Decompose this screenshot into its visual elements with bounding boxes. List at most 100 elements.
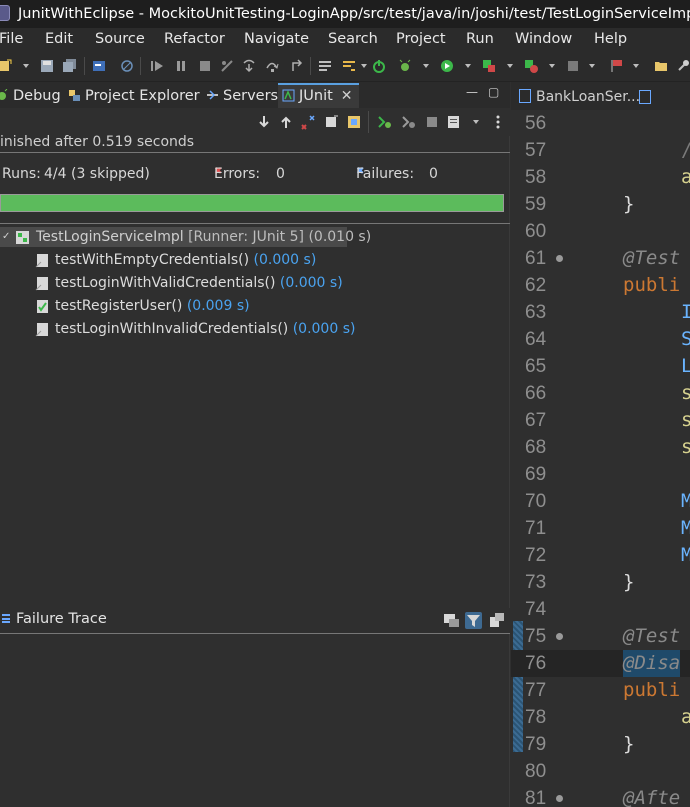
refactor-icon[interactable] xyxy=(342,59,356,73)
close-tab-icon[interactable]: ✕ xyxy=(341,88,353,104)
menu-edit[interactable]: Edit xyxy=(45,28,73,50)
editor-tab-bar: BankLoanSer... xyxy=(511,82,690,110)
fold-marker-icon[interactable] xyxy=(556,795,563,802)
failure-trace-header: Failure Trace xyxy=(0,608,510,634)
menu-help[interactable]: Help xyxy=(594,28,627,50)
code-text: } xyxy=(623,571,635,593)
show-skipped-icon[interactable] xyxy=(324,114,340,130)
test-case-label: testRegisterUser() (0.009 s) xyxy=(55,296,250,316)
pin-icon[interactable] xyxy=(676,59,690,73)
maximize-view-icon[interactable]: ▢ xyxy=(488,86,500,98)
tab-debug[interactable]: Debug xyxy=(0,85,61,107)
run-icon[interactable] xyxy=(440,59,454,73)
java-file-icon[interactable] xyxy=(639,90,651,104)
minimize-view-icon[interactable]: — xyxy=(466,86,478,98)
line-number: 64 xyxy=(525,329,547,350)
flag-dropdown-icon[interactable] xyxy=(632,59,640,73)
toolbar-separator xyxy=(84,57,85,75)
code-line: 65 L xyxy=(511,353,690,380)
suspend-icon[interactable] xyxy=(174,59,188,73)
new-dropdown-icon[interactable] xyxy=(22,59,30,73)
skipped-test-icon xyxy=(35,323,48,337)
view-menu-icon[interactable] xyxy=(490,114,506,130)
step-into-icon[interactable] xyxy=(242,59,256,73)
terminal-icon[interactable] xyxy=(92,59,106,73)
new-icon[interactable] xyxy=(0,59,12,73)
tab-project-explorer[interactable]: Project Explorer xyxy=(68,85,200,107)
external-tools-dropdown-icon[interactable] xyxy=(548,59,556,73)
menu-window[interactable]: Window xyxy=(515,28,572,50)
line-number: 68 xyxy=(525,437,547,458)
editor-tab-bankloanservice[interactable]: BankLoanSer... xyxy=(519,86,640,108)
collapse-chevron-icon[interactable]: ✓ xyxy=(2,227,10,247)
tab-junit[interactable]: JUnit ✕ xyxy=(278,83,359,108)
debug-dropdown-icon[interactable] xyxy=(422,59,430,73)
power-icon[interactable] xyxy=(372,59,386,73)
run-dropdown-icon[interactable] xyxy=(464,59,472,73)
menu-navigate[interactable]: Navigate xyxy=(244,28,309,50)
code-line: 72 M xyxy=(511,542,690,569)
rerun-test-icon[interactable] xyxy=(376,114,392,130)
menu-search[interactable]: Search xyxy=(328,28,378,50)
refactor-dropdown-icon[interactable] xyxy=(360,59,368,73)
rerun-failed-first-icon[interactable] xyxy=(400,114,416,130)
junit-view-panel: Debug Project Explorer Servers JUnit ✕ — … xyxy=(0,82,510,807)
previous-failure-icon[interactable] xyxy=(278,114,294,130)
build-icon[interactable] xyxy=(318,59,332,73)
filter-stack-trace-icon[interactable] xyxy=(465,612,482,629)
compare-results-icon[interactable] xyxy=(443,612,460,629)
test-suite-row[interactable]: ✓ TestLoginServiceImpl [Runner: JUnit 5]… xyxy=(0,227,371,247)
failures-label: Failures: xyxy=(356,166,415,182)
save-all-icon[interactable] xyxy=(63,59,77,73)
show-failures-only-icon[interactable] xyxy=(300,114,316,130)
menu-source[interactable]: Source xyxy=(95,28,145,50)
code-line: 56 xyxy=(511,110,690,137)
save-icon[interactable] xyxy=(40,59,54,73)
debug-run-icon[interactable] xyxy=(398,59,412,73)
test-run-history-icon[interactable] xyxy=(446,114,462,130)
code-editor[interactable]: 5657/58a59}6061@Test62publi63I64S65L66s6… xyxy=(511,110,690,807)
stop-dropdown-icon[interactable] xyxy=(588,59,596,73)
code-line: 80 xyxy=(511,758,690,785)
line-number: 80 xyxy=(525,761,547,782)
stop-icon[interactable] xyxy=(566,59,580,73)
external-tools-icon[interactable] xyxy=(524,59,538,73)
tab-servers[interactable]: Servers xyxy=(206,85,278,107)
line-number: 61 xyxy=(525,248,547,269)
code-line: 63 I xyxy=(511,299,690,326)
code-text: } xyxy=(623,733,635,755)
next-failure-icon[interactable] xyxy=(256,114,272,130)
code-line: 58 a xyxy=(511,164,690,191)
disconnect-icon[interactable] xyxy=(220,59,234,73)
terminate-icon[interactable] xyxy=(198,59,212,73)
debug-icon xyxy=(0,89,8,100)
menu-project[interactable]: Project xyxy=(396,28,446,50)
history-dropdown-icon[interactable] xyxy=(472,115,480,129)
fold-marker-icon[interactable] xyxy=(556,633,563,640)
coverage-dropdown-icon[interactable] xyxy=(506,59,514,73)
eclipse-app-icon xyxy=(0,5,10,21)
flag-icon[interactable] xyxy=(610,59,624,73)
code-text: @Disa xyxy=(623,650,681,677)
code-line: 66 s xyxy=(511,380,690,407)
toolbar-separator xyxy=(310,57,311,75)
copy-trace-icon[interactable] xyxy=(489,612,506,629)
menu-file[interactable]: File xyxy=(0,28,23,50)
code-line: 73} xyxy=(511,569,690,596)
code-line: 68 s xyxy=(511,434,690,461)
menu-refactor[interactable]: Refactor xyxy=(164,28,225,50)
step-return-icon[interactable] xyxy=(290,59,304,73)
stop-test-run-icon[interactable] xyxy=(424,114,440,130)
step-over-icon[interactable] xyxy=(265,59,279,73)
fold-marker-icon[interactable] xyxy=(556,255,563,262)
scroll-lock-icon[interactable] xyxy=(346,114,362,130)
skip-breakpoints-icon[interactable] xyxy=(120,59,134,73)
line-number: 62 xyxy=(525,275,547,296)
code-line: 64 S xyxy=(511,326,690,353)
resume-icon[interactable] xyxy=(150,59,164,73)
coverage-icon[interactable] xyxy=(482,59,496,73)
line-number: 56 xyxy=(525,113,547,134)
open-folder-icon[interactable] xyxy=(654,59,668,73)
test-suite-runner: [Runner: JUnit 5] (0.010 s) xyxy=(188,229,372,245)
menu-run[interactable]: Run xyxy=(466,28,494,50)
